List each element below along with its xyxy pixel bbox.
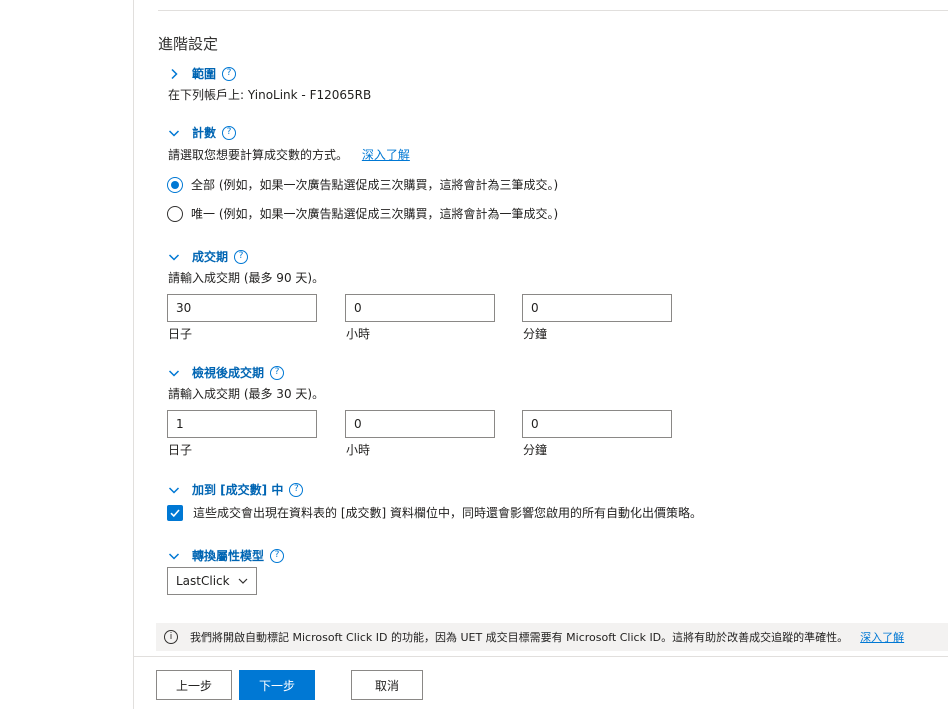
help-circle-icon[interactable]: ? xyxy=(234,249,249,264)
attribution-model-dropdown[interactable]: LastClick xyxy=(167,567,257,595)
scope-header[interactable]: 範圍 ? xyxy=(168,65,237,82)
include-conversions-header-label: 加到 [成交數] 中 xyxy=(192,483,284,497)
conversion-minutes-input[interactable]: 0 xyxy=(522,294,672,322)
help-circle-icon[interactable]: ? xyxy=(270,548,285,563)
conversion-window-header-label: 成交期 xyxy=(192,250,229,264)
help-circle-icon[interactable]: ? xyxy=(222,125,237,140)
attribution-model-value: LastClick xyxy=(176,574,230,588)
radio-selected[interactable] xyxy=(167,176,183,193)
chevron-down-icon xyxy=(168,369,180,377)
include-conversions-checkbox-row[interactable]: 這些成交會出現在資料表的 [成交數] 資料欄位中，同時還會影響您啟用的所有自動化… xyxy=(167,504,702,521)
count-description-text: 請選取您想要計算成交數的方式。 xyxy=(168,148,349,162)
conversion-hours-input[interactable]: 0 xyxy=(345,294,495,322)
chevron-down-icon xyxy=(168,552,180,560)
conversion-window-description: 請輸入成交期 (最多 90 天)。 xyxy=(168,271,325,285)
scope-header-label: 範圍 xyxy=(192,67,217,81)
help-circle-icon[interactable]: ? xyxy=(270,365,285,380)
view-through-header[interactable]: 檢視後成交期 ? xyxy=(168,364,285,381)
view-through-minutes-label: 分鐘 xyxy=(523,443,548,457)
next-button[interactable]: 下一步 xyxy=(239,670,315,700)
view-through-hours-label: 小時 xyxy=(346,443,371,457)
left-divider xyxy=(133,0,134,709)
view-through-header-label: 檢視後成交期 xyxy=(192,366,265,380)
count-option-unique[interactable]: 唯一 (例如，如果一次廣告點選促成三次購買，這將會計為一筆成交。) xyxy=(167,205,558,222)
back-button[interactable]: 上一步 xyxy=(156,670,232,700)
info-message-text: 我們將開啟自動標記 Microsoft Click ID 的功能，因為 UET … xyxy=(190,631,849,644)
count-learn-more-link[interactable]: 深入了解 xyxy=(362,148,410,162)
info-learn-more-link[interactable]: 深入了解 xyxy=(860,629,904,645)
chevron-down-icon xyxy=(168,129,180,137)
view-through-days-label: 日子 xyxy=(168,443,193,457)
view-through-days-input[interactable]: 1 xyxy=(167,410,317,438)
attribution-header[interactable]: 轉換屬性模型 ? xyxy=(168,547,285,564)
footer-divider xyxy=(134,656,948,657)
count-option-all[interactable]: 全部 (例如，如果一次廣告點選促成三次購買，這將會計為三筆成交。) xyxy=(167,176,558,193)
include-conversions-header[interactable]: 加到 [成交數] 中 ? xyxy=(168,481,304,498)
count-option-unique-label: 唯一 (例如，如果一次廣告點選促成三次購買，這將會計為一筆成交。) xyxy=(191,207,559,221)
conversion-days-label: 日子 xyxy=(168,327,193,341)
count-header[interactable]: 計數 ? xyxy=(168,124,237,141)
include-conversions-checkbox[interactable] xyxy=(167,504,183,521)
chevron-down-icon xyxy=(168,253,180,261)
include-conversions-label: 這些成交會出現在資料表的 [成交數] 資料欄位中，同時還會影響您啟用的所有自動化… xyxy=(193,506,702,520)
scope-description: 在下列帳戶上: YinoLink - F12065RB xyxy=(168,88,372,102)
top-divider xyxy=(158,10,948,11)
help-circle-icon[interactable]: ? xyxy=(289,482,304,497)
count-description: 請選取您想要計算成交數的方式。 深入了解 xyxy=(168,146,410,163)
conversion-minutes-label: 分鐘 xyxy=(523,327,548,341)
count-option-all-label: 全部 (例如，如果一次廣告點選促成三次購買，這將會計為三筆成交。) xyxy=(191,178,559,192)
view-through-minutes-input[interactable]: 0 xyxy=(522,410,672,438)
chevron-down-icon xyxy=(168,486,180,494)
conversion-days-input[interactable]: 30 xyxy=(167,294,317,322)
info-message-bar: i 我們將開啟自動標記 Microsoft Click ID 的功能，因為 UE… xyxy=(156,623,948,651)
conversion-window-header[interactable]: 成交期 ? xyxy=(168,248,249,265)
help-circle-icon[interactable]: ? xyxy=(222,66,237,81)
checkmark-icon xyxy=(170,508,180,517)
radio-unselected[interactable] xyxy=(167,205,183,222)
cancel-button[interactable]: 取消 xyxy=(351,670,423,700)
view-through-description: 請輸入成交期 (最多 30 天)。 xyxy=(168,387,325,401)
view-through-hours-input[interactable]: 0 xyxy=(345,410,495,438)
chevron-right-icon xyxy=(171,68,178,79)
chevron-down-icon xyxy=(238,578,248,584)
count-header-label: 計數 xyxy=(192,126,217,140)
section-title: 進階設定 xyxy=(158,35,219,53)
conversion-hours-label: 小時 xyxy=(346,327,371,341)
info-circle-icon: i xyxy=(164,630,178,644)
attribution-header-label: 轉換屬性模型 xyxy=(192,549,265,563)
